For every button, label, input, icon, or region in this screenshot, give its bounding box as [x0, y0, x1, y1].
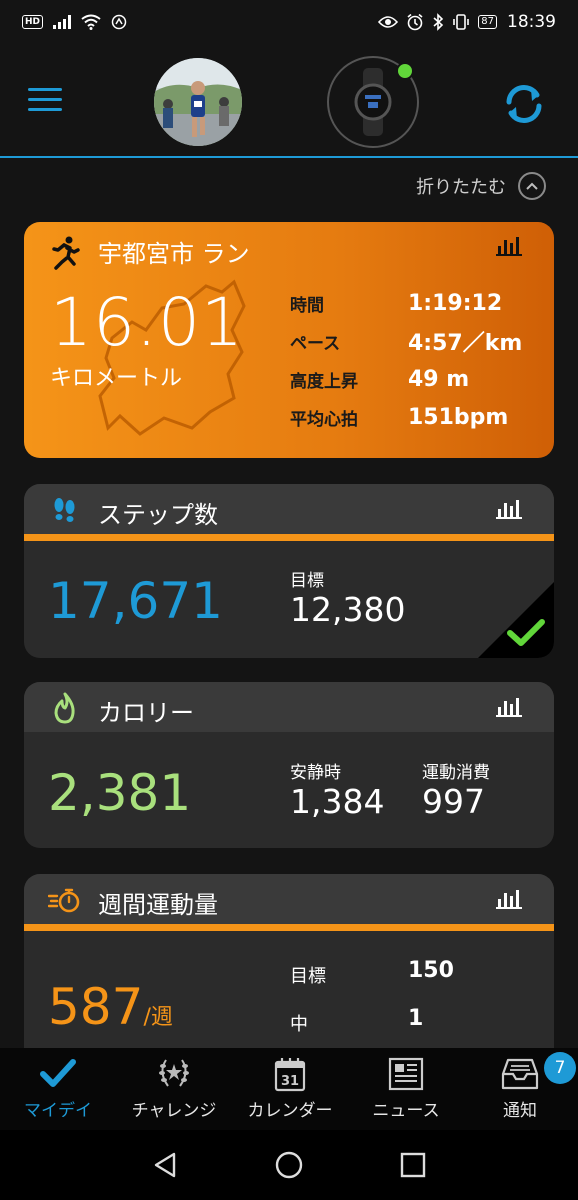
vibrate-icon — [453, 14, 470, 30]
check-icon — [40, 1059, 76, 1087]
clock: 18:39 — [507, 12, 556, 32]
bar-chart-icon[interactable] — [496, 697, 522, 717]
home-icon[interactable] — [274, 1150, 304, 1180]
stat-value: 151bpm — [408, 404, 509, 430]
stat-label: 時間 — [290, 295, 324, 316]
collapse-label: 折りたたむ — [416, 177, 506, 198]
bar-chart-icon[interactable] — [496, 499, 522, 519]
app-header — [0, 44, 578, 158]
flame-icon — [54, 692, 75, 724]
inbox-icon — [501, 1058, 539, 1090]
active-calories-label: 運動消費 — [422, 763, 490, 783]
stat-row: 平均心拍 151bpm — [290, 398, 522, 436]
steps-progress-band — [24, 534, 554, 541]
checkmark-icon — [507, 619, 545, 646]
nav-calendar[interactable]: 31 カレンダー — [232, 1056, 348, 1121]
hd-indicator: HD — [22, 15, 44, 29]
calendar-day: 31 — [281, 1074, 299, 1089]
sync-icon[interactable] — [500, 80, 548, 128]
nav-news[interactable]: ニュース — [348, 1056, 464, 1121]
steps-card[interactable]: ステップ数 17,671 目標 12,380 — [24, 484, 554, 658]
status-bar: HD 87 18:39 — [0, 0, 578, 44]
rest-calories-label: 安静時 — [290, 763, 341, 783]
steps-goal-value: 12,380 — [290, 590, 406, 629]
weekly-number: 587 — [48, 978, 144, 1036]
weekly-per-unit: /週 — [143, 1005, 173, 1030]
stat-label: 高度上昇 — [290, 371, 358, 392]
steps-goal-label: 目標 — [290, 571, 324, 591]
back-icon[interactable] — [150, 1150, 180, 1180]
news-icon — [388, 1057, 424, 1091]
stat-row: 時間 1:19:12 — [290, 284, 522, 322]
recents-icon[interactable] — [398, 1150, 428, 1180]
nav-label: チャレンジ — [131, 1101, 217, 1121]
run-distance-unit: キロメートル — [50, 366, 183, 391]
bluetooth-icon — [433, 13, 444, 31]
stat-label: ペース — [290, 333, 341, 354]
nav-label: 通知 — [503, 1101, 537, 1121]
calories-card[interactable]: カロリー 2,381 安静時 1,384 運動消費 997 — [24, 682, 554, 848]
system-navigation-bar — [0, 1130, 578, 1200]
run-stats: 時間 1:19:12 ペース 4:57／km 高度上昇 49 m 平均心拍 151bpm — [290, 284, 522, 436]
calendar-icon: 31 — [274, 1058, 306, 1092]
weekly-title: 週間運動量 — [98, 891, 218, 919]
nav-label: カレンダー — [247, 1101, 333, 1121]
active-calories-value: 997 — [422, 782, 485, 821]
weekly-goal-label: 目標 — [290, 966, 326, 987]
weekly-moderate-value: 1 — [408, 1006, 424, 1031]
nav-my-day[interactable]: マイデイ — [0, 1056, 116, 1121]
calories-title: カロリー — [98, 699, 194, 727]
weekly-moderate-label: 中 — [290, 1014, 308, 1035]
avatar[interactable] — [154, 58, 242, 146]
stat-value: 49 m — [408, 366, 470, 392]
menu-icon[interactable] — [28, 88, 62, 112]
running-icon — [52, 236, 80, 270]
data-saver-icon — [111, 14, 127, 30]
stat-row: ペース 4:57／km — [290, 322, 522, 360]
nav-label: マイデイ — [24, 1101, 92, 1121]
alarm-icon — [407, 13, 423, 31]
weekly-goal-value: 150 — [408, 958, 454, 983]
nav-label: ニュース — [372, 1101, 440, 1121]
nav-challenges[interactable]: チャレンジ — [116, 1056, 232, 1121]
run-title: 宇都宮市 ラン — [98, 240, 250, 268]
stat-value: 1:19:12 — [408, 290, 503, 316]
battery-icon: 87 — [478, 15, 497, 29]
bottom-navigation: マイデイ チャレンジ 31 カレンダー ニュース 通知 — [0, 1048, 578, 1130]
notification-badge: 7 — [544, 1052, 576, 1084]
stopwatch-icon — [48, 888, 80, 913]
rest-calories-value: 1,384 — [290, 782, 385, 821]
chevron-up-icon — [518, 172, 546, 200]
steps-value: 17,671 — [48, 572, 223, 630]
stat-label: 平均心拍 — [290, 409, 358, 430]
collapse-toggle[interactable]: 折りたたむ — [416, 172, 546, 200]
weekly-progress-band — [24, 924, 554, 931]
stat-row: 高度上昇 49 m — [290, 360, 522, 398]
run-distance: 16.01 — [50, 284, 244, 361]
eye-icon — [378, 16, 399, 28]
bar-chart-icon[interactable] — [496, 236, 522, 256]
run-activity-card[interactable]: 宇都宮市 ラン 16.01 キロメートル 時間 1:19:12 ペース 4:57／k… — [24, 222, 554, 458]
calories-value: 2,381 — [48, 764, 192, 822]
wifi-icon — [81, 14, 101, 30]
footprints-icon — [54, 498, 75, 522]
weekly-intensity-card[interactable]: 週間運動量 587/週 目標 150 中 1 — [24, 874, 554, 1074]
connected-status-dot — [396, 62, 414, 80]
bar-chart-icon[interactable] — [496, 889, 522, 909]
stat-value: 4:57／km — [408, 331, 523, 356]
signal-icon — [53, 15, 72, 29]
weekly-value: 587/週 — [48, 978, 173, 1036]
steps-title: ステップ数 — [98, 501, 218, 529]
laurel-icon — [159, 1059, 189, 1087]
